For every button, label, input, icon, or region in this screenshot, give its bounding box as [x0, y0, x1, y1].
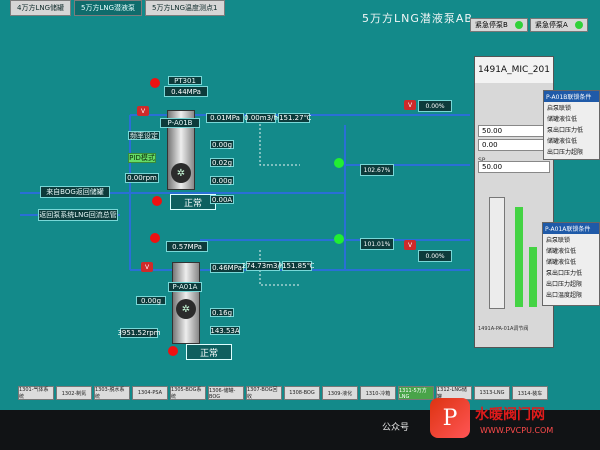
faceplate-pv-bar [515, 207, 523, 307]
pump-a-temp: -151.85℃ [279, 261, 315, 271]
pump-b-alarm-icon [150, 78, 160, 88]
pump-b-interlock-panel: P-A01B联锁条件 启泵联锁 储罐液位低 泵出口压力低 储罐液位低 出口压力超… [543, 90, 600, 160]
pump-b-meas-4: 0.00A [210, 195, 234, 204]
pump-b-meas-1: 0.00g [210, 140, 234, 149]
pump-a-flow: 274.73m3/h [241, 261, 285, 271]
watermark-text: 水暖阀门网 [475, 407, 545, 423]
valve-mid-value: 102.67% [360, 164, 394, 176]
bottom-tab[interactable]: 1305-BOG系统 [170, 386, 206, 400]
pump-a-outlet-pressure: 0.46MPa [210, 263, 244, 273]
faceplate-footer: 1491A-PA-01A调节阀 [478, 326, 529, 332]
pump-b-speed: 0.00rpm [125, 173, 159, 183]
interlock-line: 储罐液位低 [546, 259, 577, 266]
valve-top-value: 0.00% [418, 100, 452, 112]
valve-mid-icon[interactable] [334, 158, 344, 168]
pump-b-outlet-pressure: 0.01MPa [206, 113, 244, 123]
bottom-tab[interactable]: 1314-装车 [512, 386, 548, 400]
faceplate-op[interactable]: 50.00 [478, 161, 550, 173]
valve-bottom-icon[interactable]: V [404, 240, 416, 250]
bottom-tab-active[interactable]: 1311-5万方LNG [398, 386, 434, 400]
bottom-tab[interactable]: 1304-PSA [132, 386, 168, 400]
pump-b-setting-label: 频率设定 [128, 131, 160, 140]
pump-a-meas-2: 0.16g [210, 308, 234, 317]
interlock-line: 出口压力超限 [547, 149, 584, 156]
pump-a-run-icon [168, 346, 178, 356]
bottom-tab[interactable]: 1307-BOG回收 [246, 386, 282, 400]
bottom-tab[interactable]: 1302-制氮 [56, 386, 92, 400]
valve-top-icon[interactable]: V [404, 100, 416, 110]
pump-b-flow: 0.00m3/h [244, 113, 278, 123]
interlock-line: 出口压力超限 [546, 281, 583, 288]
interlock-line: 储罐液位低 [547, 116, 578, 123]
pump-a-current: 143.53A [210, 326, 240, 335]
bottom-tab[interactable]: 1306-储罐-BOG [208, 386, 244, 400]
pump-b-tag: P-A01B [160, 118, 200, 128]
pump-b-pressure-tag: PT301 [168, 76, 202, 85]
interlock-line: 启泵联锁 [547, 105, 572, 112]
interlock-line: 储罐液位低 [547, 138, 578, 145]
faceplate-sp[interactable]: 50.00 [478, 125, 550, 137]
pump-a-valve-icon[interactable]: V [141, 262, 153, 272]
faceplate-title: 1491A_MIC_201 [475, 57, 553, 83]
faceplate-pv: 0.00 [478, 139, 550, 151]
lng-return-label: 返回泵系统LNG回流总管 [38, 209, 118, 221]
interlock-line: 泵出口压力低 [546, 270, 583, 277]
watermark-public: 公众号 [382, 423, 410, 433]
pump-a-tag: P-A01A [168, 282, 202, 292]
pump-a-body[interactable]: ✲ [172, 262, 200, 344]
pump-a-interlock-panel: P-A01A联锁条件 启泵联锁 储罐液位低 储罐液位低 泵出口压力低 出口压力超… [542, 222, 600, 306]
bog-return-label: 来自BOG返回储罐 [40, 186, 110, 198]
pump-a-pressure: 0.57MPa [166, 241, 208, 252]
interlock-line: 泵出口压力低 [547, 127, 584, 134]
valve-bottom-value: 0.00% [418, 250, 452, 262]
pump-b-meas-2: 0.02g [210, 158, 234, 167]
pump-b-interlock-title: P-A01B联锁条件 [544, 91, 599, 102]
bottom-tab[interactable]: 1303-脱水系统 [94, 386, 130, 400]
pump-b-freq-mode[interactable]: PID模式 [128, 153, 156, 163]
interlock-line: 启泵联锁 [546, 237, 571, 244]
bottom-tab[interactable]: 1301-气体系统 [18, 386, 54, 400]
signal-line-1 [259, 120, 300, 166]
watermark-url: WWW.PVCPU.COM [480, 426, 554, 435]
pump-b-temp: -151.27℃ [276, 113, 312, 123]
pump-a-status: 正常 [186, 344, 232, 360]
valve-low-value: 101.01% [360, 238, 394, 250]
bottom-tab[interactable]: 1310-冷箱 [360, 386, 396, 400]
pump-b-valve-icon[interactable]: V [137, 106, 149, 116]
pump-a-fan-icon: ✲ [176, 299, 196, 319]
faceplate-op-bar [529, 247, 537, 307]
interlock-line: 储罐液位低 [546, 248, 577, 255]
watermark-logo-icon: P [430, 398, 470, 438]
scada-screen: 4万方LNG储罐 5万方LNG潜液泵 5万方LNG温度测点1 5万方LNG潜液泵… [0, 0, 600, 410]
faceplate-slider-track[interactable] [489, 197, 505, 309]
pump-b-pressure: 0.44MPa [164, 86, 208, 97]
bottom-tab[interactable]: 1313-LNG [474, 386, 510, 400]
pump-b-fan-icon: ✲ [171, 163, 191, 183]
pump-a-alarm-icon [150, 233, 160, 243]
valve-low-icon[interactable] [334, 234, 344, 244]
interlock-line: 出口温度超限 [546, 292, 583, 299]
bottom-tab[interactable]: 1309-液化 [322, 386, 358, 400]
pump-b-run-icon [152, 196, 162, 206]
bottom-tab[interactable]: 1308-BOG [284, 386, 320, 400]
pump-a-meas-1: 0.00g [136, 296, 166, 305]
pump-b-meas-3: 0.00g [210, 176, 234, 185]
pump-a-speed: 3951.52rpm [117, 328, 161, 338]
pump-a-interlock-title: P-A01A联锁条件 [543, 223, 599, 234]
bottom-tab-bar: 1301-气体系统 1302-制氮 1303-脱水系统 1304-PSA 130… [18, 386, 548, 400]
